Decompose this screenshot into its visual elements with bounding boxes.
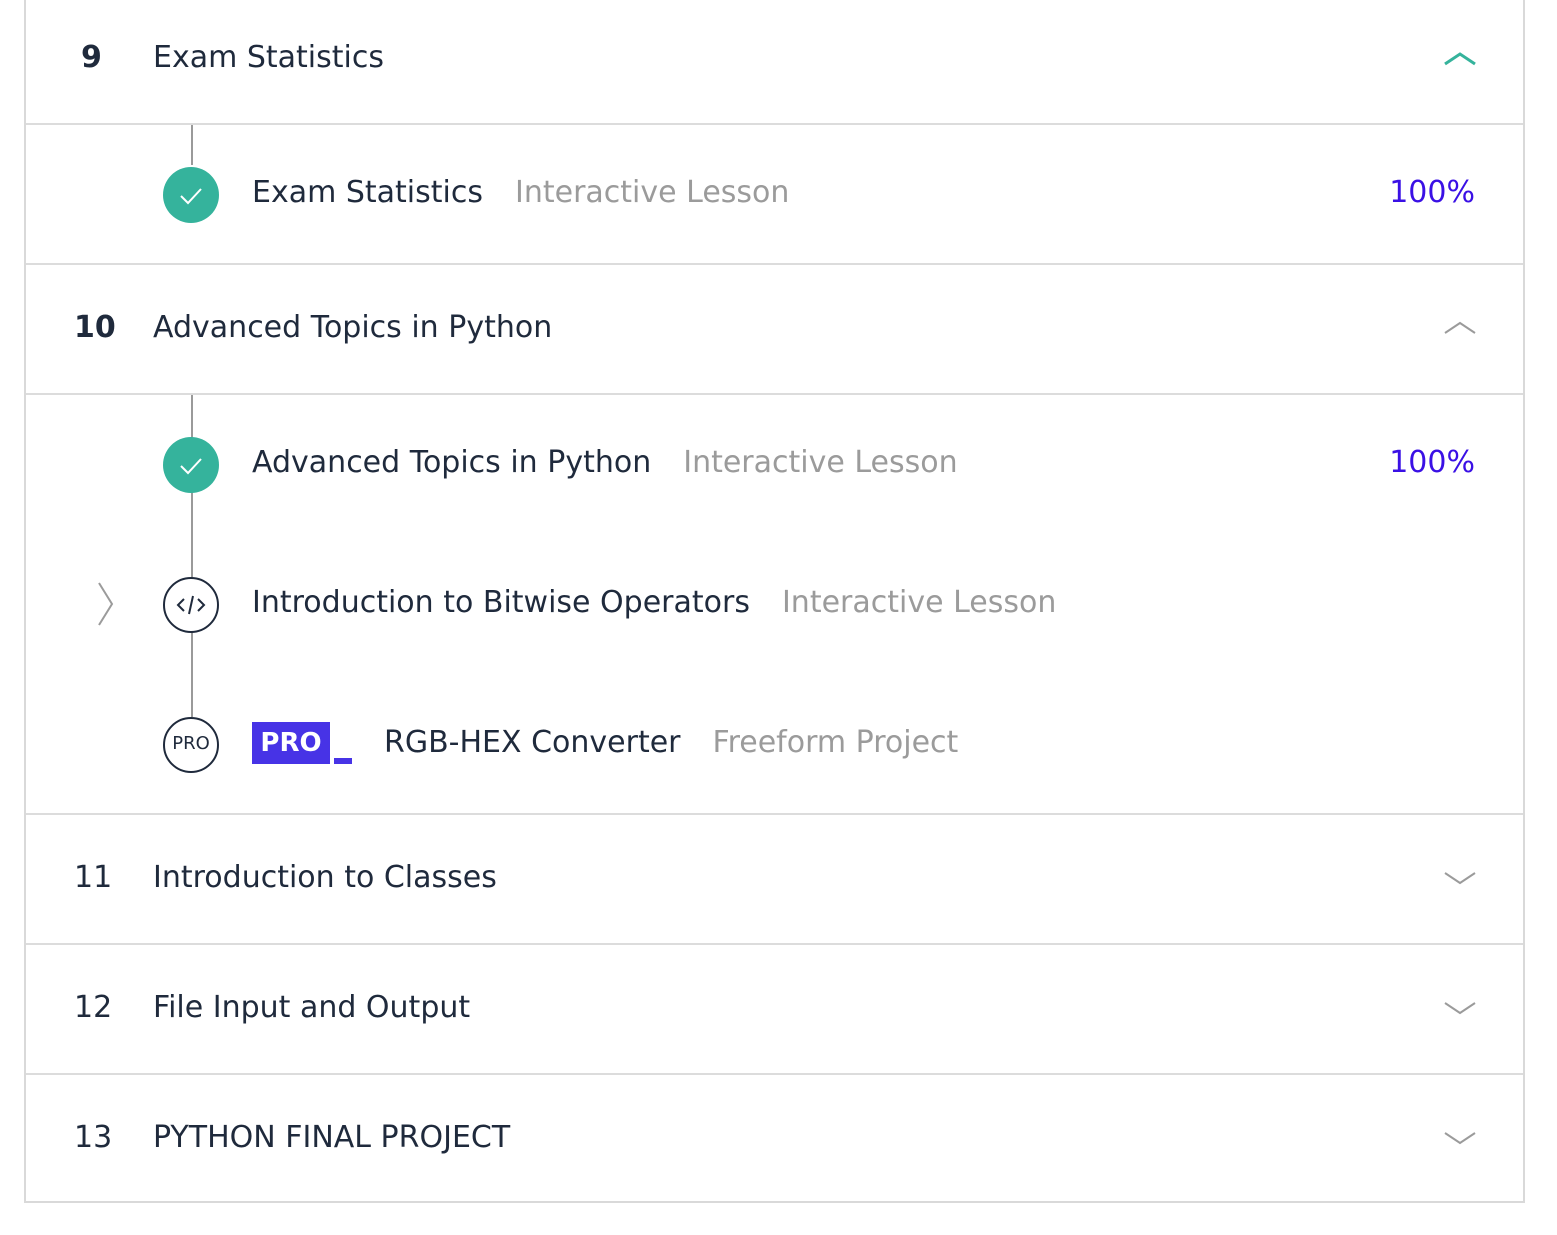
chevron-up-icon[interactable] (1443, 321, 1477, 335)
chevron-up-icon[interactable] (1443, 52, 1477, 66)
lesson-type: Interactive Lesson (781, 585, 1057, 620)
lesson-row[interactable]: Advanced Topics in Python Interactive Le… (26, 435, 1523, 495)
course-syllabus: 9 Exam Statistics Exam Statistics Intera… (24, 0, 1525, 1203)
pro-badge-label: PRO (252, 722, 330, 764)
lesson-title[interactable]: Advanced Topics in Python (252, 445, 651, 480)
module-header-10[interactable]: 10 Advanced Topics in Python (26, 265, 1523, 395)
module-title: Advanced Topics in Python (153, 310, 553, 345)
module-number: 12 (74, 990, 113, 1025)
code-icon (163, 577, 219, 633)
check-icon (163, 437, 219, 493)
module-title: Introduction to Classes (153, 860, 497, 895)
module-title: PYTHON FINAL PROJECT (153, 1120, 511, 1155)
module-header-13[interactable]: 13 PYTHON FINAL PROJECT (26, 1075, 1523, 1203)
lesson-row[interactable]: Exam Statistics Interactive Lesson 100% (26, 165, 1523, 225)
lesson-title[interactable]: RGB-HEX Converter (384, 725, 681, 760)
lesson-row[interactable]: Introduction to Bitwise Operators Intera… (26, 575, 1523, 635)
lesson-list-10: Advanced Topics in Python Interactive Le… (26, 395, 1523, 815)
lesson-title[interactable]: Exam Statistics (252, 175, 483, 210)
module-title: Exam Statistics (153, 40, 384, 75)
chevron-down-icon[interactable] (1443, 871, 1477, 885)
module-number: 13 (74, 1120, 113, 1155)
module-header-9[interactable]: 9 Exam Statistics (26, 0, 1523, 125)
check-icon (163, 167, 219, 223)
chevron-down-icon[interactable] (1443, 1001, 1477, 1015)
lesson-list-9: Exam Statistics Interactive Lesson 100% (26, 125, 1523, 265)
module-number: 9 (81, 40, 102, 75)
pro-circle-label: PRO (172, 733, 210, 754)
lesson-progress: 100% (1389, 175, 1475, 210)
pro-badge: PRO (252, 722, 352, 766)
current-lesson-arrow-icon (98, 582, 114, 626)
lesson-progress: 100% (1389, 445, 1475, 480)
timeline-line (191, 125, 193, 165)
pro-icon: PRO (163, 717, 219, 773)
lesson-title[interactable]: Introduction to Bitwise Operators (252, 585, 750, 620)
module-number: 10 (74, 310, 116, 345)
lesson-type: Interactive Lesson (683, 445, 958, 480)
lesson-type: Interactive Lesson (515, 175, 790, 210)
lesson-row[interactable]: PRO PRO RGB-HEX Converter Freeform Proje… (26, 715, 1523, 775)
lesson-type: Freeform Project (712, 725, 959, 760)
module-number: 11 (74, 860, 113, 895)
pro-badge-cursor (334, 758, 352, 764)
module-header-11[interactable]: 11 Introduction to Classes (26, 815, 1523, 945)
chevron-down-icon[interactable] (1443, 1131, 1477, 1145)
module-header-12[interactable]: 12 File Input and Output (26, 945, 1523, 1075)
module-title: File Input and Output (153, 990, 471, 1025)
